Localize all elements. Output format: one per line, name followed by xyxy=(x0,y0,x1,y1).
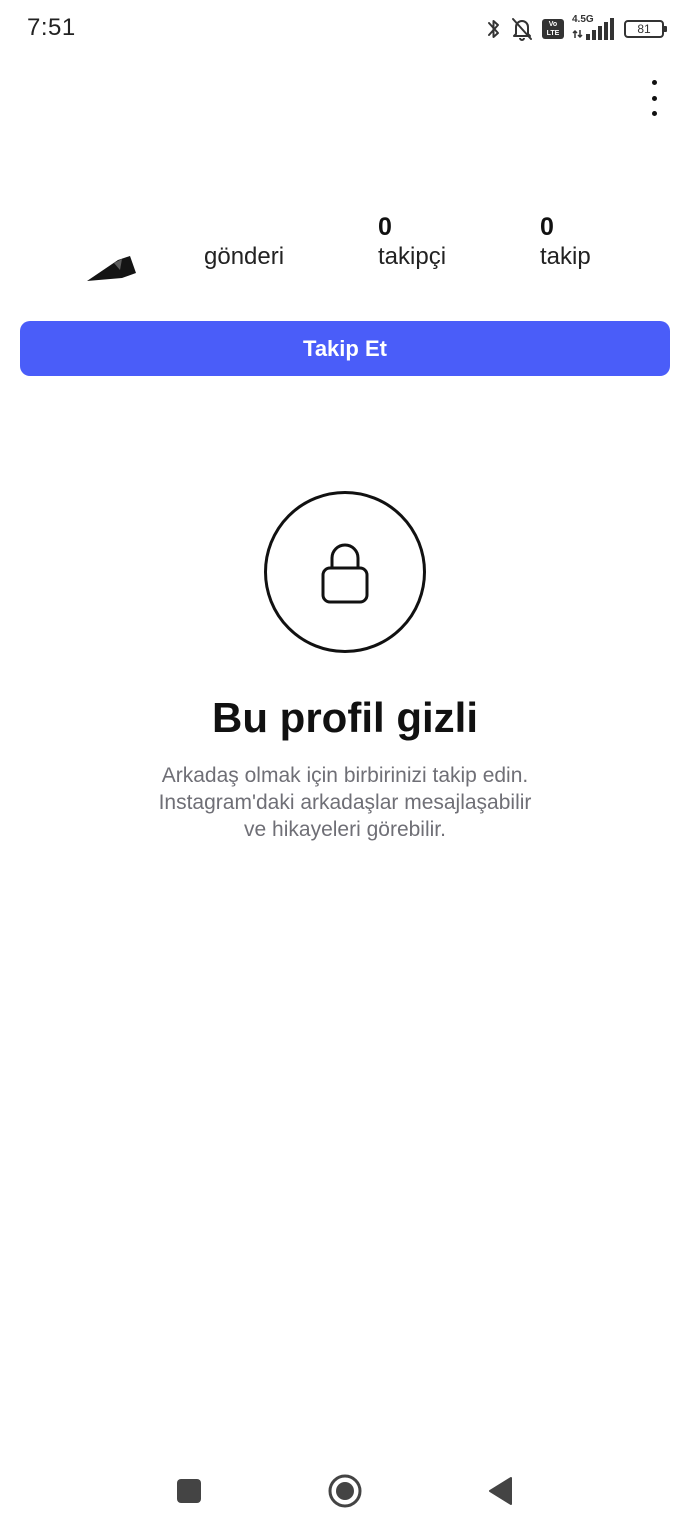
status-time: 7:51 xyxy=(27,14,76,41)
home-button[interactable] xyxy=(325,1471,365,1511)
private-title: Bu profil gizli xyxy=(212,694,478,741)
followers-label: takipçi xyxy=(378,243,447,270)
back-icon xyxy=(489,1477,512,1505)
lock-circle xyxy=(264,491,426,653)
bell-off-icon xyxy=(512,18,532,41)
battery-icon: 81 xyxy=(624,20,667,38)
volte-icon: Vo LTE xyxy=(542,19,564,39)
private-description-line: Instagram'daki arkadaşlar mesajlaşabilir xyxy=(158,791,532,814)
more-dot-icon xyxy=(651,80,657,85)
posts-count xyxy=(204,212,284,242)
signal-icon: 4.5G xyxy=(572,14,616,42)
following-label: takip xyxy=(540,243,591,270)
battery-level: 81 xyxy=(637,22,651,36)
status-icons: Vo LTE 4.5G 81 xyxy=(486,14,667,44)
status-bar: 7:51 Vo LTE 4.5G 81 xyxy=(0,0,690,58)
private-description-line: ve hikayeleri görebilir. xyxy=(244,818,446,841)
bluetooth-icon xyxy=(488,20,499,38)
private-description-line: Arkadaş olmak için birbirinizi takip edi… xyxy=(161,764,529,787)
more-dot-icon xyxy=(651,111,657,116)
home-icon xyxy=(328,1474,362,1508)
navigation-bar xyxy=(0,1455,690,1534)
more-options-button[interactable] xyxy=(644,80,664,116)
avatar[interactable] xyxy=(84,250,140,286)
recent-apps-icon xyxy=(177,1479,201,1503)
stat-posts[interactable]: gönderi xyxy=(204,212,284,272)
followers-count: 0 xyxy=(378,213,392,241)
private-description: Arkadaş olmak için birbirinizi takip edi… xyxy=(95,762,595,843)
recent-apps-button[interactable] xyxy=(169,1471,209,1511)
stat-followers[interactable]: 0 takipçi xyxy=(378,212,446,272)
lock-icon xyxy=(321,543,369,604)
stat-following[interactable]: 0 takip xyxy=(540,212,591,272)
back-button[interactable] xyxy=(480,1471,520,1511)
following-count: 0 xyxy=(540,213,554,241)
follow-button[interactable]: Takip Et xyxy=(20,321,670,376)
more-dot-icon xyxy=(651,95,657,101)
posts-label: gönderi xyxy=(204,243,285,270)
